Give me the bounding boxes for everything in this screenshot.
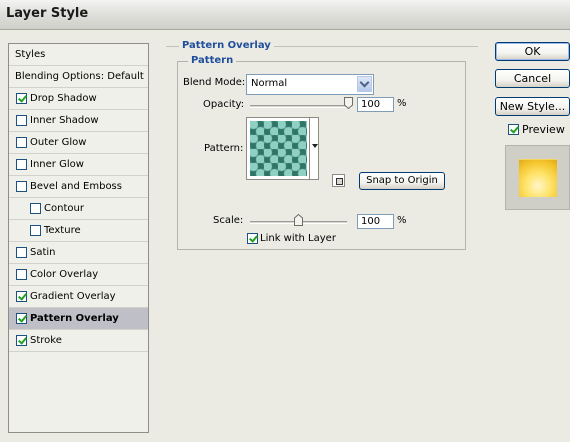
- pattern-label: Pattern:: [204, 143, 244, 154]
- ok-button[interactable]: OK: [495, 42, 570, 61]
- opacity-slider-track[interactable]: [250, 105, 352, 108]
- link-with-layer-label: Link with Layer: [260, 233, 336, 244]
- styles-list: Styles Blending Options: Default Drop Sh…: [8, 43, 149, 433]
- preview-swatch: [519, 159, 557, 197]
- style-item-contour[interactable]: Contour: [9, 198, 148, 220]
- pattern-swatch: [250, 121, 307, 176]
- style-item-drop-shadow[interactable]: Drop Shadow: [9, 88, 148, 110]
- drop-shadow-label: Drop Shadow: [30, 93, 97, 104]
- styles-list-header[interactable]: Styles: [9, 44, 148, 66]
- pattern-overlay-checkbox[interactable]: [16, 313, 27, 324]
- blend-mode-label: Blend Mode:: [183, 77, 246, 88]
- preview-label: Preview: [522, 123, 565, 136]
- stroke-label: Stroke: [30, 335, 62, 346]
- contour-label: Contour: [44, 203, 84, 214]
- style-item-stroke[interactable]: Stroke: [9, 330, 148, 352]
- style-item-bevel-emboss[interactable]: Bevel and Emboss: [9, 176, 148, 198]
- pattern-overlay-label: Pattern Overlay: [30, 313, 119, 324]
- opacity-unit: %: [397, 98, 407, 109]
- new-preset-icon[interactable]: [332, 174, 345, 187]
- bevel-emboss-checkbox[interactable]: [16, 181, 27, 192]
- scale-unit: %: [397, 215, 407, 226]
- gradient-overlay-checkbox[interactable]: [16, 291, 27, 302]
- inner-glow-label: Inner Glow: [30, 159, 84, 170]
- outer-glow-checkbox[interactable]: [16, 137, 27, 148]
- style-item-color-overlay[interactable]: Color Overlay: [9, 264, 148, 286]
- satin-label: Satin: [30, 247, 56, 258]
- scale-label: Scale:: [213, 215, 244, 226]
- contour-checkbox[interactable]: [30, 203, 41, 214]
- inner-shadow-checkbox[interactable]: [16, 115, 27, 126]
- texture-label: Texture: [44, 225, 81, 236]
- link-with-layer-checkbox[interactable]: [247, 233, 258, 244]
- texture-checkbox[interactable]: [30, 225, 41, 236]
- pattern-dropdown-arrow-icon[interactable]: [312, 144, 318, 148]
- stroke-checkbox[interactable]: [16, 335, 27, 346]
- scale-input[interactable]: 100: [357, 214, 394, 229]
- style-item-gradient-overlay[interactable]: Gradient Overlay: [9, 286, 148, 308]
- outer-glow-label: Outer Glow: [30, 137, 87, 148]
- satin-checkbox[interactable]: [16, 247, 27, 258]
- new-style-button[interactable]: New Style...: [495, 97, 570, 116]
- preview-checkbox[interactable]: [508, 124, 519, 135]
- pattern-picker[interactable]: [246, 117, 319, 180]
- bevel-emboss-label: Bevel and Emboss: [30, 181, 122, 192]
- blending-options-item[interactable]: Blending Options: Default: [9, 66, 148, 88]
- pattern-group-title: Pattern: [188, 55, 237, 66]
- style-item-outer-glow[interactable]: Outer Glow: [9, 132, 148, 154]
- pattern-picker-divider: [309, 118, 310, 179]
- drop-shadow-checkbox[interactable]: [16, 93, 27, 104]
- style-item-pattern-overlay[interactable]: Pattern Overlay: [9, 308, 148, 330]
- chevron-down-icon[interactable]: [357, 76, 372, 92]
- snap-to-origin-button[interactable]: Snap to Origin: [359, 172, 445, 190]
- blend-mode-value: Normal: [251, 78, 288, 89]
- title-bar: Layer Style: [0, 0, 570, 30]
- cancel-button[interactable]: Cancel: [495, 69, 570, 88]
- section-title: Pattern Overlay: [179, 40, 274, 51]
- window-title: Layer Style: [6, 6, 89, 21]
- blend-mode-select[interactable]: Normal: [246, 74, 374, 95]
- color-overlay-checkbox[interactable]: [16, 269, 27, 280]
- layer-style-dialog: Styles Blending Options: Default Drop Sh…: [0, 31, 570, 442]
- inner-glow-checkbox[interactable]: [16, 159, 27, 170]
- style-item-texture[interactable]: Texture: [9, 220, 148, 242]
- color-overlay-label: Color Overlay: [30, 269, 99, 280]
- blending-options-label: Blending Options: Default: [15, 71, 144, 82]
- style-item-satin[interactable]: Satin: [9, 242, 148, 264]
- style-item-inner-shadow[interactable]: Inner Shadow: [9, 110, 148, 132]
- inner-shadow-label: Inner Shadow: [30, 115, 99, 126]
- style-preview: [505, 145, 570, 210]
- opacity-input[interactable]: 100: [357, 97, 394, 112]
- opacity-label: Opacity:: [203, 99, 245, 110]
- style-item-inner-glow[interactable]: Inner Glow: [9, 154, 148, 176]
- opacity-slider-thumb[interactable]: [344, 97, 353, 109]
- gradient-overlay-label: Gradient Overlay: [30, 291, 116, 302]
- scale-slider-thumb[interactable]: [294, 214, 303, 226]
- styles-header-label: Styles: [15, 49, 46, 60]
